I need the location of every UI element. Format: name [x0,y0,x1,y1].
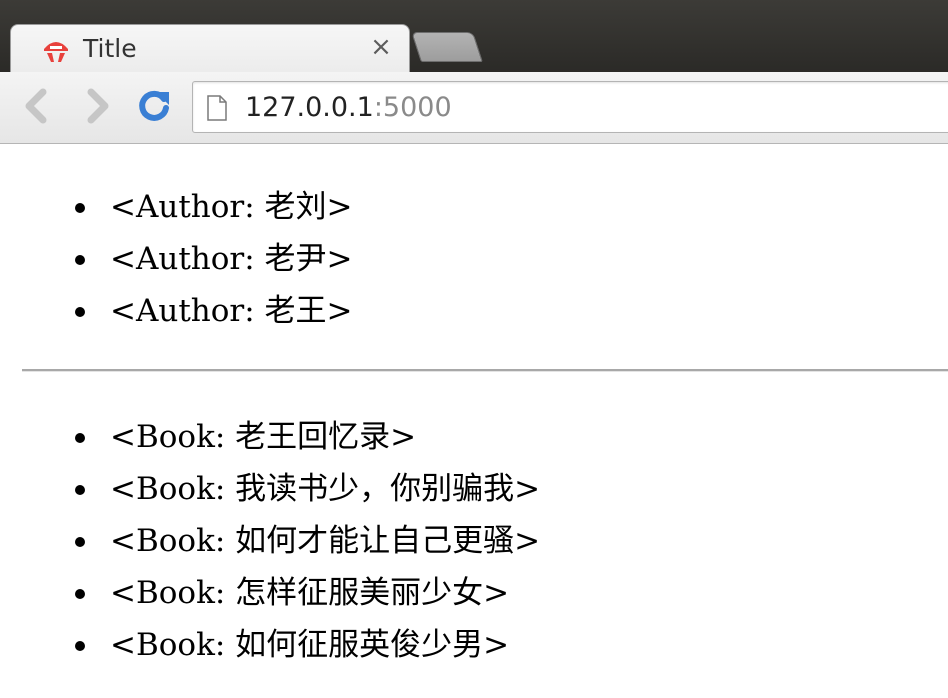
list-item: <Author: 老刘> [0,181,353,233]
new-tab-button[interactable] [411,32,483,62]
list-item: <Book: 我读书少，你别骗我> [0,463,540,515]
book-list: <Book: 老王回忆录> <Book: 我读书少，你别骗我> <Book: 如… [0,411,540,671]
page-icon [207,95,227,121]
browser-titlebar: Title × [0,0,948,72]
url-text[interactable]: 127.0.0.1:5000 [245,92,452,124]
browser-toolbar: 127.0.0.1:5000 [0,72,948,144]
list-item: <Author: 老尹> [0,233,353,285]
list-item: <Book: 如何征服英俊少男> [0,619,540,671]
url-host: 127.0.0.1 [245,92,374,123]
flask-icon [44,42,68,62]
tab-title: Title [83,34,137,63]
address-bar[interactable]: 127.0.0.1:5000 [192,81,948,133]
list-item: <Book: 如何才能让自己更骚> [0,515,540,567]
list-item: <Author: 老王> [0,285,353,337]
page-content: <Author: 老刘> <Author: 老尹> <Author: 老王> <… [0,145,948,698]
chevron-left-icon[interactable] [18,86,58,126]
list-item: <Book: 老王回忆录> [0,411,540,463]
author-list: <Author: 老刘> <Author: 老尹> <Author: 老王> [0,181,353,337]
list-item: <Book: 怎样征服美丽少女> [0,567,540,619]
reload-icon[interactable] [134,86,174,126]
divider [22,369,948,372]
tab-close-icon[interactable]: × [369,34,393,60]
browser-tab[interactable]: Title × [10,24,410,72]
chevron-right-icon[interactable] [76,86,116,126]
url-port: :5000 [373,92,452,123]
